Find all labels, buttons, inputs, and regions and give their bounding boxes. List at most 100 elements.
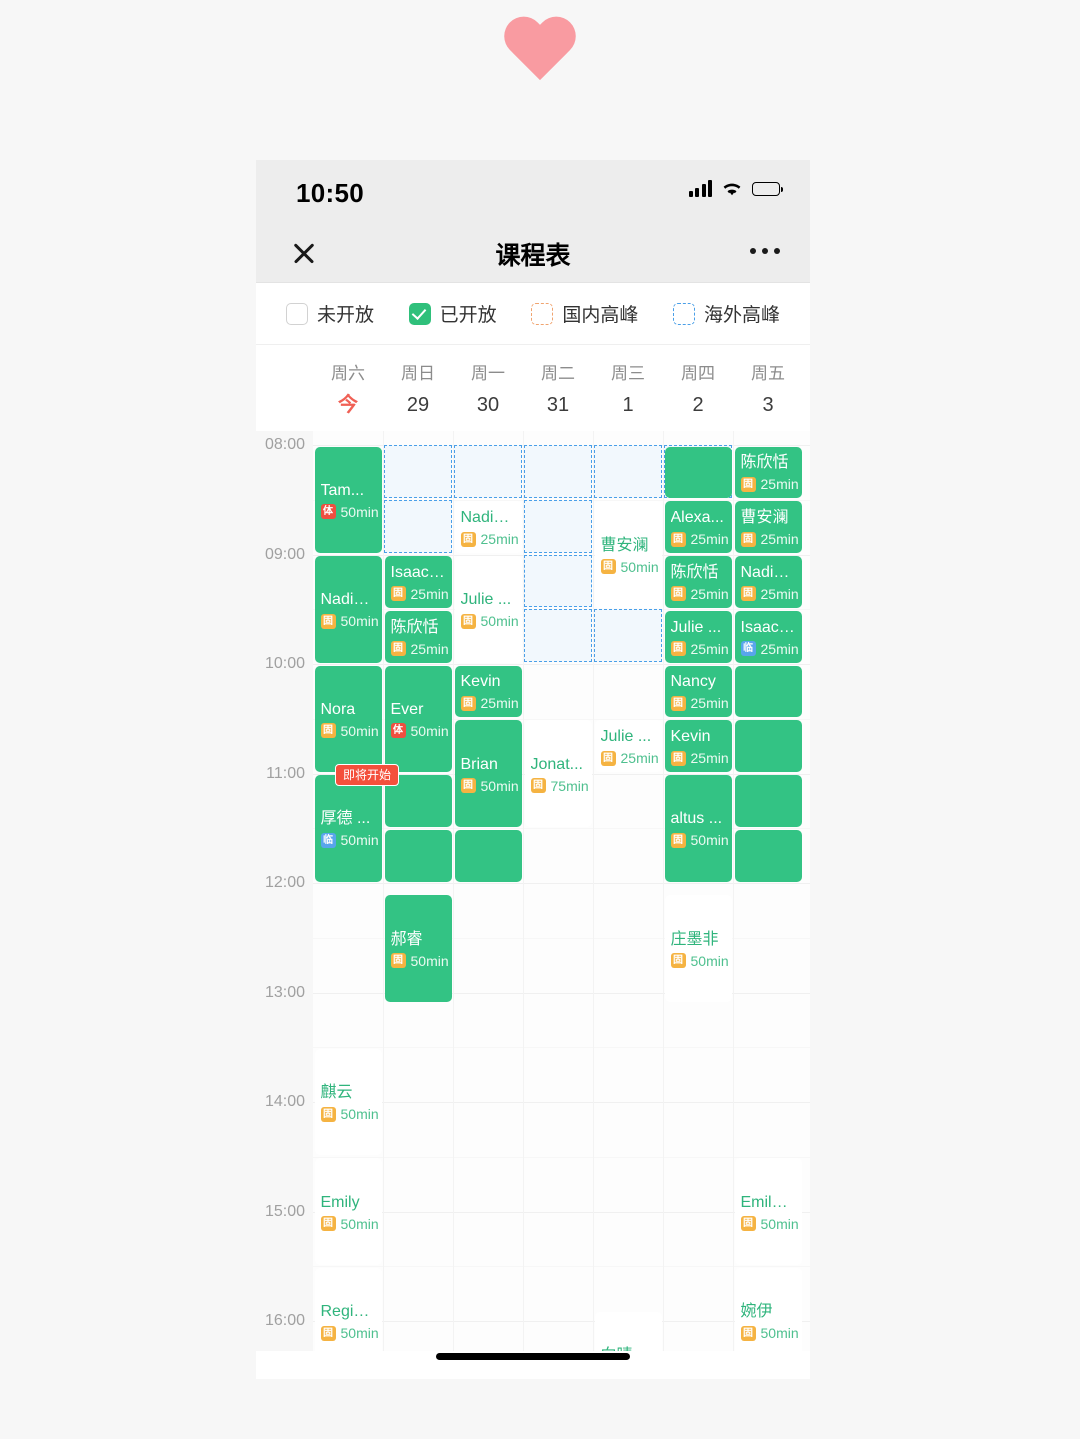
day-number-3[interactable]: 31 <box>523 389 593 421</box>
event-block[interactable]: 陈欣恬固 25min <box>384 610 452 663</box>
event-block[interactable]: 曹安澜固 25min <box>734 501 802 553</box>
day-number-6[interactable]: 3 <box>733 389 803 421</box>
overseas-peak-cell[interactable] <box>384 499 452 553</box>
nav-bar: 课程表 <box>256 222 810 283</box>
event-type-tag-icon: 固 <box>320 1325 336 1341</box>
day-name-0[interactable]: 周六 <box>313 359 383 389</box>
event-block[interactable]: Nadia... 固 25min <box>734 556 802 608</box>
legend-item-domestic[interactable]: 国内高峰 <box>531 300 638 327</box>
empty-checkbox-icon[interactable] <box>286 302 308 325</box>
legend-item-overseas[interactable]: 海外高峰 <box>672 300 780 327</box>
event-block[interactable]: Julie ... 固 25min <box>594 720 662 772</box>
event-meta: 固 50min <box>600 558 659 575</box>
event-duration: 50min <box>410 722 449 739</box>
event-block[interactable]: Emily ... 固 50min <box>734 1158 802 1265</box>
legend-item-opened[interactable]: 已开放 <box>408 300 497 327</box>
dashed-orange-box-icon[interactable] <box>531 302 554 325</box>
event-type-tag-icon: 临 <box>320 832 336 848</box>
event-block[interactable]: Nora 固 50min <box>314 665 382 772</box>
overseas-peak-cell[interactable] <box>524 609 592 662</box>
day-name-1[interactable]: 周日 <box>383 359 453 389</box>
day-number-4[interactable]: 1 <box>593 389 663 421</box>
page-title: 课程表 <box>495 242 571 270</box>
day-name-label: 周一 <box>471 364 505 383</box>
event-block[interactable] <box>384 829 452 882</box>
event-name: Julie ... <box>460 591 512 609</box>
event-block[interactable] <box>664 446 732 499</box>
event-duration: 50min <box>620 558 659 575</box>
legend-item-unopened[interactable]: 未开放 <box>286 300 374 327</box>
event-block[interactable]: Kevin 固 25min <box>454 665 522 718</box>
time-label: 11:00 <box>266 764 305 782</box>
day-name-5[interactable]: 周四 <box>663 359 733 389</box>
event-block[interactable]: 陈欣恬固 25min <box>664 556 732 608</box>
overseas-peak-cell[interactable] <box>384 445 452 498</box>
event-block[interactable]: Tam... 体 50min <box>314 446 382 553</box>
overseas-peak-cell[interactable] <box>594 609 662 662</box>
event-duration: 50min <box>690 952 729 969</box>
overseas-peak-cell[interactable] <box>524 554 592 608</box>
column-line <box>733 431 734 1351</box>
event-block[interactable]: 庄墨非固 50min <box>664 895 732 1002</box>
more-dots-icon[interactable] <box>750 248 780 254</box>
grid-canvas[interactable]: Tam... 体 50min Nadia... 固 50min Nora 固 50min 厚德 .… <box>313 431 810 1351</box>
day-number-2[interactable]: 30 <box>453 389 523 421</box>
event-block[interactable]: 麒云固 50min <box>314 1048 382 1156</box>
event-block[interactable]: Kevin 固 25min <box>664 720 732 772</box>
event-block[interactable]: 向晴固50min <box>594 1311 662 1351</box>
day-name-6[interactable]: 周五 <box>733 359 803 389</box>
dashed-blue-box-icon[interactable] <box>672 302 695 325</box>
event-block[interactable]: altus ... 固 50min <box>664 775 732 882</box>
event-block[interactable]: Julie ... 固 50min <box>454 556 522 663</box>
event-block[interactable]: Emily 固 50min <box>314 1158 382 1265</box>
event-block[interactable]: Isaac,... 临 25min <box>734 610 802 663</box>
day-number-5[interactable]: 2 <box>663 389 733 421</box>
event-block[interactable] <box>734 665 802 718</box>
event-block[interactable]: Julie ... 固 25min <box>664 610 732 663</box>
day-name-4[interactable]: 周三 <box>593 359 663 389</box>
event-block[interactable]: Nadia... 固 50min <box>314 556 382 663</box>
day-number-1[interactable]: 29 <box>383 389 453 421</box>
event-name: Isaac,... <box>740 618 796 636</box>
day-name-3[interactable]: 周二 <box>523 359 593 389</box>
event-type-tag-icon: 固 <box>740 586 756 602</box>
checked-checkbox-icon[interactable] <box>408 302 431 325</box>
event-block[interactable]: Brian 固 50min <box>454 720 522 827</box>
event-block[interactable] <box>454 829 522 882</box>
column-line <box>663 431 664 1351</box>
event-block[interactable]: Nancy 固 25min <box>664 665 732 718</box>
event-name: altus ... <box>670 810 723 828</box>
event-name: 向晴 <box>601 1345 656 1351</box>
event-block[interactable] <box>734 829 802 882</box>
event-meta: 临 50min <box>320 832 379 848</box>
event-block[interactable]: 厚德 ... 临 50min <box>314 775 382 882</box>
event-block[interactable]: 陈欣恬固 25min <box>734 446 802 499</box>
event-block[interactable]: Ever 体 50min <box>384 665 452 772</box>
schedule-grid[interactable]: 08:00 09:00 10:00 11:00 12:00 13:00 14:00 15:00… <box>256 431 810 1351</box>
event-meta: 固 25min <box>740 476 799 492</box>
event-meta: 临 25min <box>740 641 799 657</box>
event-type-tag-icon: 体 <box>390 723 406 739</box>
event-block[interactable]: 婉伊固 50min <box>734 1267 802 1351</box>
overseas-peak-cell[interactable] <box>524 499 592 553</box>
overseas-peak-cell[interactable] <box>524 445 592 498</box>
event-block[interactable]: Isaac,... 固 25min <box>384 556 452 608</box>
event-block[interactable]: Nadia... 固 25min <box>454 501 522 553</box>
event-block[interactable] <box>734 775 802 827</box>
event-type-tag-icon: 固 <box>320 613 336 629</box>
day-number-0[interactable]: 今 <box>313 389 383 421</box>
time-label: 15:00 <box>264 1202 305 1220</box>
overseas-peak-cell[interactable] <box>454 445 522 498</box>
event-meta: 固 25min <box>670 641 729 657</box>
event-type-tag-icon: 体 <box>320 504 336 520</box>
event-block[interactable]: 曹安澜固 50min <box>594 501 662 608</box>
day-name-2[interactable]: 周一 <box>453 359 523 389</box>
overseas-peak-cell[interactable] <box>594 445 662 498</box>
event-block[interactable] <box>734 720 802 772</box>
cellular-bars-icon <box>688 180 712 197</box>
event-duration: 50min <box>340 1215 379 1232</box>
event-block[interactable]: 郝睿固 50min <box>384 895 452 1002</box>
event-block[interactable]: Jonat... 固 75min <box>524 720 592 827</box>
event-block[interactable]: Alexa... 固 25min <box>664 501 732 553</box>
event-block[interactable]: Regin... 固 50min <box>314 1267 382 1351</box>
